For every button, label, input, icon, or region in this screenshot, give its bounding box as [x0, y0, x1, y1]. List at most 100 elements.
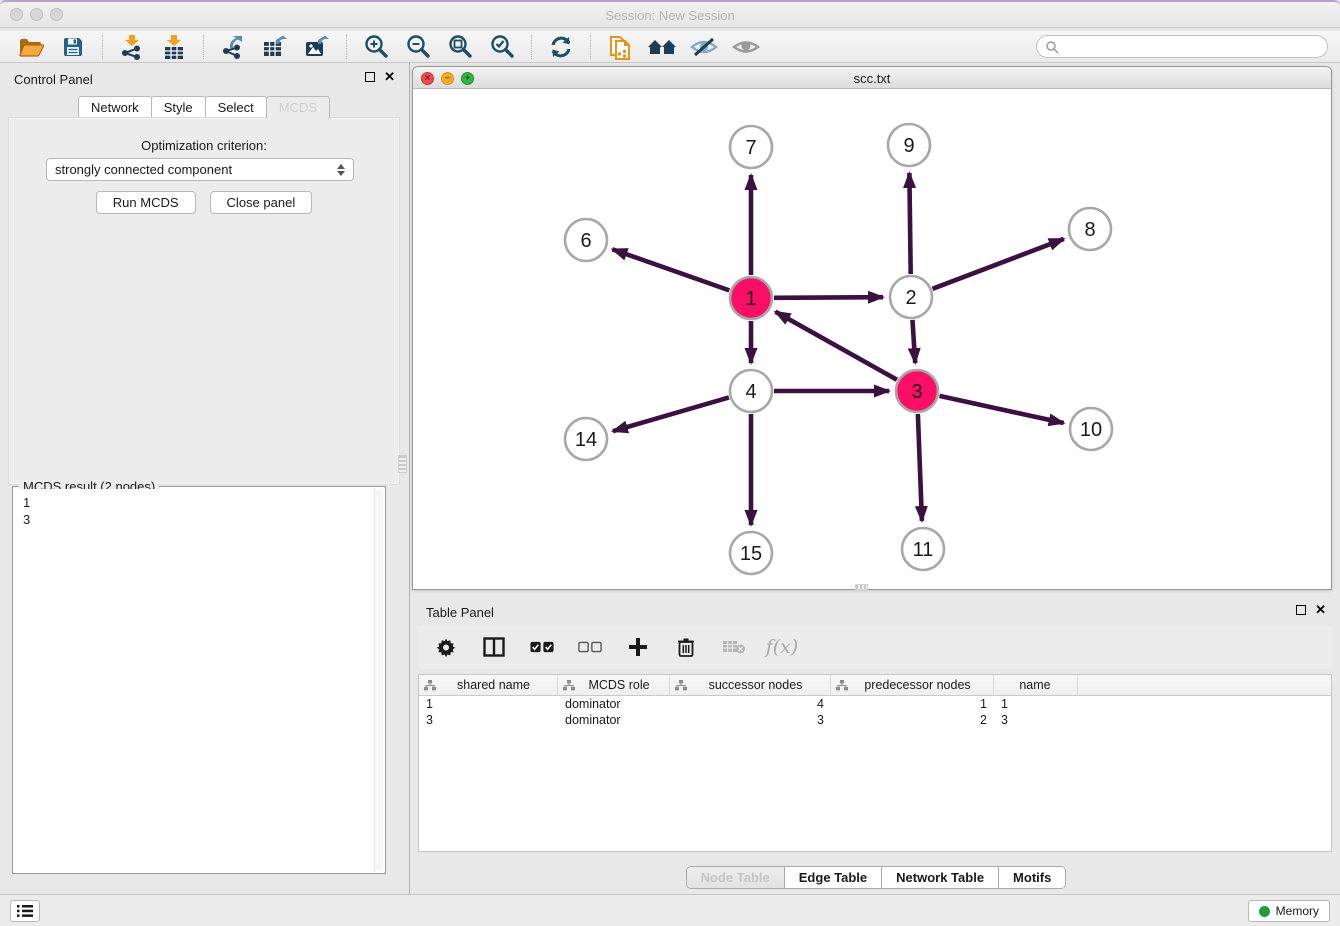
edge-3-11[interactable] [918, 414, 922, 521]
cell-name[interactable]: 1 [994, 697, 1078, 711]
search-input[interactable] [1059, 40, 1327, 54]
edge-2-8[interactable] [933, 239, 1064, 289]
toolbar-separator [203, 35, 204, 59]
mcds-result-text[interactable]: 1 3 [15, 489, 373, 871]
home-layout-icon[interactable] [645, 33, 679, 61]
edge-1-6[interactable] [612, 249, 729, 290]
node-label-9: 9 [903, 135, 914, 157]
node-label-11: 11 [913, 539, 934, 561]
refresh-layout-icon[interactable] [544, 33, 578, 61]
cell-MCDS-role[interactable]: dominator [558, 713, 670, 727]
export-network-icon[interactable] [216, 33, 250, 61]
cell-name[interactable]: 3 [994, 713, 1078, 727]
network-graph[interactable]: 1234678910111415 [413, 89, 1331, 589]
hierarchy-icon [563, 680, 575, 691]
edge-1-2[interactable] [774, 297, 883, 298]
cell-shared-name[interactable]: 3 [419, 713, 558, 727]
save-session-icon[interactable] [56, 33, 90, 61]
hide-selected-icon[interactable] [687, 33, 721, 61]
cell-successor-nodes[interactable]: 3 [670, 713, 831, 727]
deselect-checkboxes-icon[interactable] [578, 635, 602, 659]
import-table-icon[interactable] [157, 33, 191, 61]
node-label-10: 10 [1080, 419, 1102, 441]
column-header-shared-name[interactable]: shared name [419, 675, 558, 695]
toolbar-separator [531, 35, 532, 59]
settings-gear-icon[interactable] [434, 635, 458, 659]
window-title: Session: New Session [0, 8, 1340, 23]
splitter-grip[interactable] [398, 455, 407, 473]
zoom-out-icon[interactable] [401, 33, 435, 61]
split-columns-icon[interactable] [482, 635, 506, 659]
network-window-titlebar[interactable]: × − + scc.txt [413, 67, 1331, 89]
table-header-row: shared nameMCDS rolesuccessor nodesprede… [419, 675, 1331, 696]
tab-node-table[interactable]: Node Table [687, 867, 785, 888]
zoom-selected-icon[interactable] [485, 33, 519, 61]
select-all-checkboxes-icon[interactable] [530, 635, 554, 659]
show-all-icon[interactable] [729, 33, 763, 61]
table-row[interactable]: 3dominator323 [419, 712, 1331, 728]
close-table-panel-icon[interactable]: ✕ [1315, 605, 1326, 615]
close-panel-button[interactable]: Close panel [210, 191, 313, 214]
delete-table-icon[interactable] [722, 635, 746, 659]
cell-successor-nodes[interactable]: 4 [670, 697, 831, 711]
network-window: × − + scc.txt 1234678910111415 [412, 66, 1332, 590]
import-network-icon[interactable] [115, 33, 149, 61]
canvas-resize-grip[interactable] [855, 584, 868, 590]
table-row[interactable]: 1dominator411 [419, 696, 1331, 712]
edge-2-9[interactable] [909, 173, 910, 274]
tab-mcds[interactable]: MCDS [266, 96, 330, 119]
float-panel-icon[interactable] [365, 72, 375, 82]
hierarchy-icon [424, 680, 436, 691]
toolbar-separator [346, 35, 347, 59]
edge-3-10[interactable] [939, 396, 1063, 423]
close-panel-icon[interactable]: ✕ [384, 72, 395, 82]
cell-MCDS-role[interactable]: dominator [558, 697, 670, 711]
tab-select[interactable]: Select [205, 96, 267, 119]
result-scrollbar[interactable] [374, 489, 383, 871]
column-header-predecessor-nodes[interactable]: predecessor nodes [831, 675, 994, 695]
tab-style[interactable]: Style [151, 96, 206, 119]
memory-button[interactable]: Memory [1248, 900, 1330, 922]
table-toolbar: f(x) [418, 625, 1332, 669]
control-panel-title: Control Panel [14, 72, 93, 87]
tab-network-table[interactable]: Network Table [882, 867, 999, 888]
hierarchy-icon [675, 680, 687, 691]
cell-predecessor-nodes[interactable]: 2 [831, 713, 994, 727]
column-header-successor-nodes[interactable]: successor nodes [670, 675, 831, 695]
mcds-panel: Optimization criterion: strongly connect… [8, 117, 400, 485]
open-session-icon[interactable] [14, 33, 48, 61]
memory-label: Memory [1276, 904, 1319, 918]
tab-network[interactable]: Network [78, 96, 152, 119]
node-label-3: 3 [911, 381, 922, 403]
panel-splitter[interactable] [409, 63, 410, 894]
column-header-MCDS-role[interactable]: MCDS role [558, 675, 670, 695]
copy-view-icon[interactable] [603, 33, 637, 61]
search-field[interactable] [1036, 35, 1328, 58]
function-builder-icon[interactable]: f(x) [770, 635, 794, 659]
tab-motifs[interactable]: Motifs [999, 867, 1065, 888]
edge-4-14[interactable] [613, 397, 729, 431]
criterion-select[interactable]: strongly connected component [46, 158, 354, 181]
run-mcds-button[interactable]: Run MCDS [96, 191, 196, 214]
delete-column-icon[interactable] [674, 635, 698, 659]
network-canvas[interactable]: 1234678910111415 [413, 89, 1331, 589]
node-label-4: 4 [745, 381, 756, 403]
tab-edge-table[interactable]: Edge Table [785, 867, 882, 888]
export-table-icon[interactable] [258, 33, 292, 61]
export-image-icon[interactable] [300, 33, 334, 61]
column-header-name[interactable]: name [994, 675, 1078, 695]
cell-shared-name[interactable]: 1 [419, 697, 558, 711]
control-panel-header: Control Panel ✕ [0, 63, 409, 93]
zoom-in-icon[interactable] [359, 33, 393, 61]
float-table-panel-icon[interactable] [1296, 605, 1306, 615]
chevron-updown-icon [337, 164, 345, 176]
node-label-1: 1 [745, 288, 756, 310]
cell-predecessor-nodes[interactable]: 1 [831, 697, 994, 711]
add-column-icon[interactable] [626, 635, 650, 659]
task-history-button[interactable] [10, 900, 40, 922]
node-label-15: 15 [740, 543, 762, 565]
memory-status-icon [1259, 906, 1270, 917]
edge-3-1[interactable] [775, 312, 897, 380]
edge-2-3[interactable] [912, 320, 915, 363]
zoom-fit-icon[interactable] [443, 33, 477, 61]
